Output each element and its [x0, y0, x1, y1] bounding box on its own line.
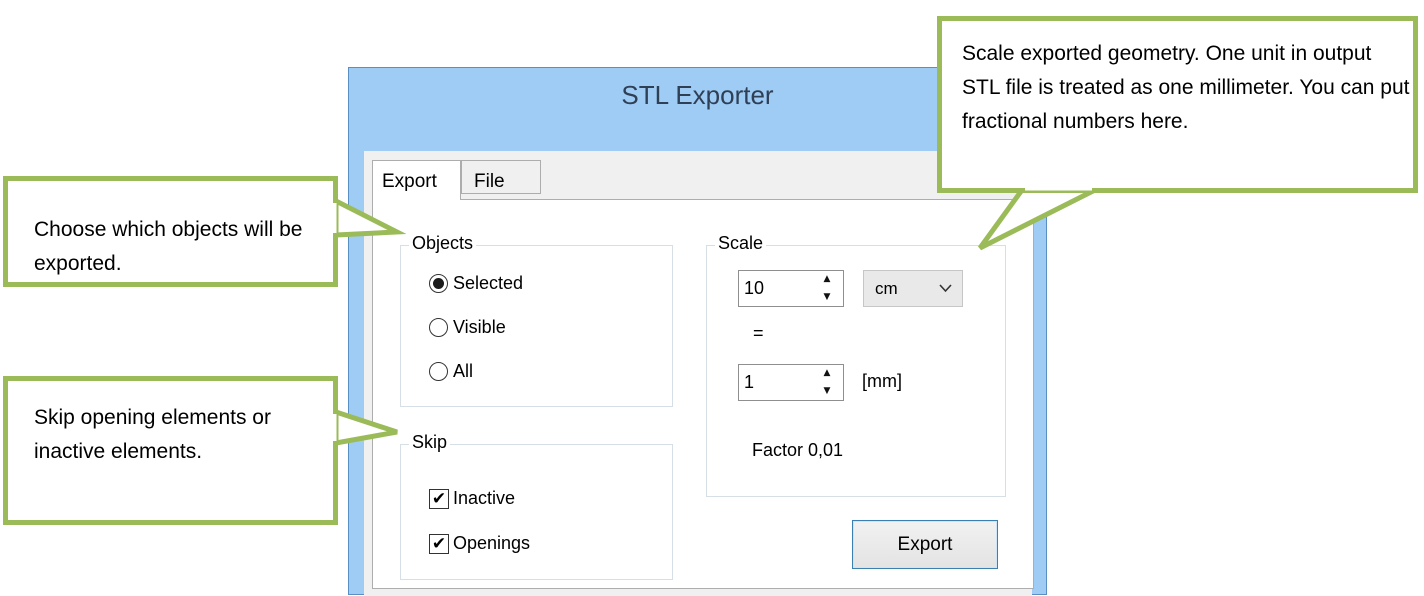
radio-selected-label: Selected — [453, 273, 524, 293]
mm-value-input[interactable] — [739, 365, 811, 400]
skip-group: Skip ✔ Inactive ✔ Openings — [400, 432, 673, 580]
radio-selected[interactable]: Selected — [429, 273, 523, 294]
scale-callout: Scale exported geometry. One unit in out… — [937, 16, 1418, 193]
unit-select-value: cm — [875, 278, 898, 298]
up-triangle-icon[interactable]: ▲ — [811, 271, 843, 289]
radio-selected-indicator[interactable] — [429, 274, 448, 293]
radio-visible[interactable]: Visible — [429, 317, 506, 338]
objects-group: Objects Selected Visible All — [400, 233, 673, 407]
radio-all-label: All — [453, 361, 474, 381]
checkbox-inactive-label: Inactive — [453, 488, 516, 508]
export-button[interactable]: Export — [852, 520, 998, 569]
objects-callout-text: Choose which objects will be exported. — [34, 218, 303, 275]
tab-file[interactable]: File — [461, 160, 541, 194]
skip-group-legend: Skip — [409, 432, 451, 453]
export-tab-panel: Objects Selected Visible All Skip ✔ Inac… — [372, 199, 1034, 589]
scale-value-spinner[interactable]: ▲ ▼ — [738, 270, 844, 307]
up-triangle-icon[interactable]: ▲ — [811, 365, 843, 383]
equals-sign: = — [753, 323, 764, 343]
radio-selected-dot — [433, 278, 444, 289]
down-triangle-icon[interactable]: ▼ — [811, 383, 843, 401]
scale-group-legend: Scale — [715, 233, 767, 254]
mm-unit-label: [mm] — [862, 371, 902, 391]
mm-value-spinner[interactable]: ▲ ▼ — [738, 364, 844, 401]
scale-value-input[interactable] — [739, 271, 811, 306]
tab-export[interactable]: Export — [372, 160, 461, 200]
checkbox-inactive[interactable]: ✔ Inactive — [429, 488, 515, 509]
radio-all[interactable]: All — [429, 361, 473, 382]
checkmark-icon[interactable]: ✔ — [429, 488, 449, 509]
checkbox-openings[interactable]: ✔ Openings — [429, 533, 530, 554]
skip-callout: Skip opening elements or inactive elemen… — [3, 376, 338, 525]
down-triangle-icon[interactable]: ▼ — [811, 289, 843, 307]
checkmark-icon[interactable]: ✔ — [429, 533, 449, 554]
skip-callout-text: Skip opening elements or inactive elemen… — [34, 406, 271, 463]
radio-visible-label: Visible — [453, 317, 506, 337]
radio-visible-indicator[interactable] — [429, 318, 448, 337]
objects-group-legend: Objects — [409, 233, 477, 254]
checkbox-openings-label: Openings — [453, 533, 531, 553]
factor-label: Factor 0,01 — [752, 440, 844, 460]
chevron-down-icon — [939, 284, 952, 293]
unit-select[interactable]: cm — [863, 270, 963, 307]
scale-spin-buttons[interactable]: ▲ ▼ — [811, 271, 843, 306]
scale-callout-text: Scale exported geometry. One unit in out… — [962, 42, 1410, 133]
radio-all-indicator[interactable] — [429, 362, 448, 381]
scale-group: Scale ▲ ▼ cm = — [706, 233, 1006, 497]
window-client-area: Export File Objects Selected Visible All — [364, 151, 1034, 596]
objects-callout: Choose which objects will be exported. — [3, 176, 338, 287]
mm-spin-buttons[interactable]: ▲ ▼ — [811, 365, 843, 400]
